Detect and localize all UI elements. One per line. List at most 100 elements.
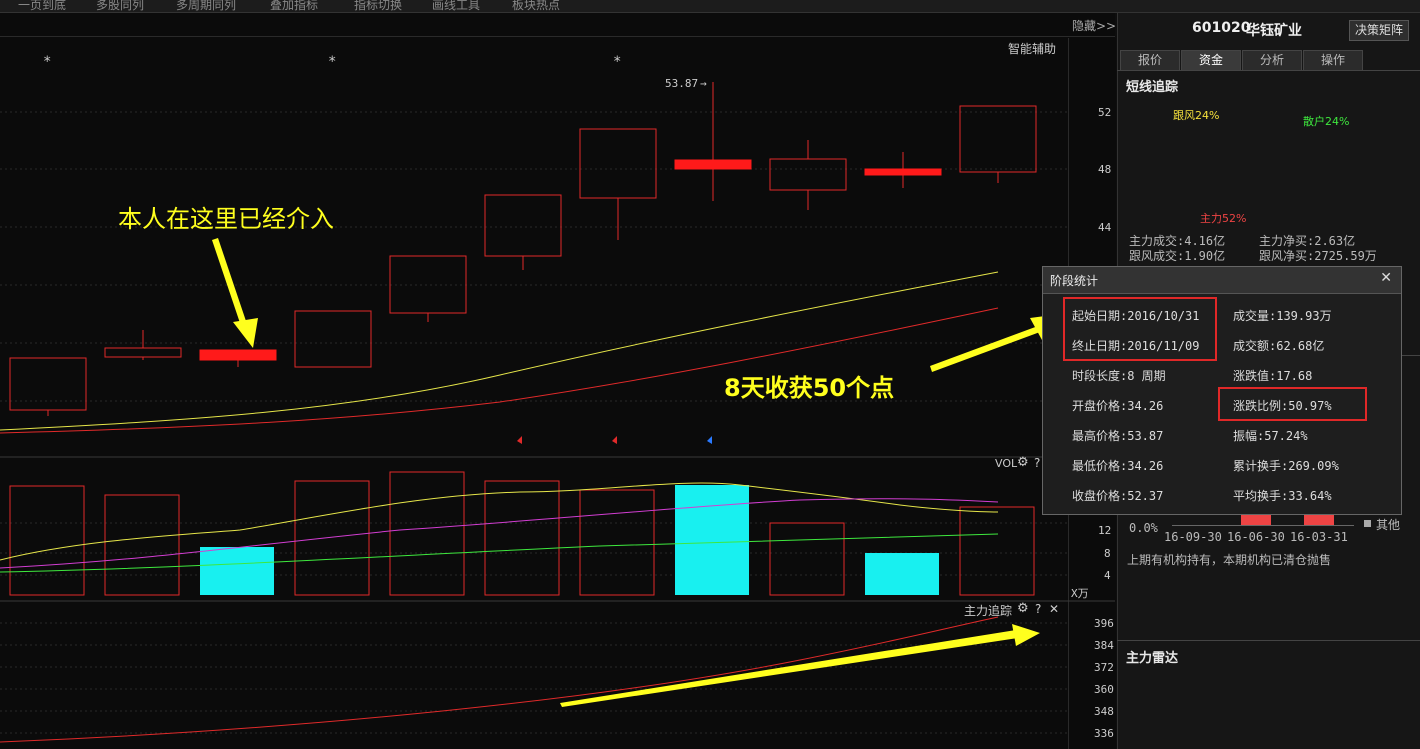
stat-amplitude: 振幅:57.24% [1233,429,1308,443]
volume-bar [294,480,370,596]
dialog-close-button[interactable]: ✕ [1380,270,1392,286]
indicator-tick: 336 [1094,727,1114,740]
indicator-tick: 384 [1094,639,1114,652]
stock-name: 华钰矿业 [1246,23,1302,39]
decision-matrix-button[interactable]: 决策矩阵 [1349,20,1409,41]
volume-tick: 12 [1098,524,1111,537]
gear-icon[interactable]: ⚙ [1017,455,1029,470]
tab-quote[interactable]: 报价 [1120,50,1180,71]
volume-tick: 8 [1104,547,1111,560]
holdings-date: 16-09-30 [1164,530,1222,544]
candle [9,357,87,416]
candle [674,82,752,201]
donut-label-follow: 跟风24% [1173,109,1220,122]
highlight-box-change-pct [1218,387,1367,421]
annotation-arrow-trend [560,624,1040,707]
annotation-entry-text: 本人在这里已经介入 [118,205,334,233]
volume-label: VOL [995,457,1018,470]
stage-stats-dialog: 阶段统计 ✕ 起始日期:2016/10/31 终止日期:2016/11/09 时… [1042,266,1402,515]
help-icon[interactable]: ? [1035,602,1041,616]
holdings-note: 上期有机构持有，本期机构已清仓抛售 [1127,553,1332,567]
candle [864,152,942,188]
divider [1117,640,1420,641]
candles [9,82,1037,416]
tab-capital[interactable]: 资金 [1181,50,1241,71]
stat-follow-turnover: 跟风成交:1.90亿 [1129,249,1226,263]
stat-low-price: 最低价格:34.26 [1072,459,1164,473]
legend-other: 其他 [1376,518,1401,532]
volume-tick: 4 [1104,569,1111,582]
holdings-axis [1172,525,1354,526]
stat-open-price: 开盘价格:34.26 [1072,399,1164,413]
holdings-date: 16-03-31 [1290,530,1348,544]
donut-label-main: 主力52% [1200,212,1247,225]
candle [294,310,372,368]
ma-line-yellow [0,271,999,431]
stat-cum-turnover: 累计换手:269.09% [1233,459,1339,473]
annotation-gain-text: 8天收获50个点 [724,374,895,402]
price-tick: 44 [1098,221,1112,234]
candle [484,194,562,270]
vol-ma-magenta [0,498,999,569]
holdings-date: 16-06-30 [1227,530,1285,544]
candle [959,105,1037,183]
indicator-tick: 348 [1094,705,1114,718]
main-track-line [0,616,999,743]
holdings-pct: 0.0% [1129,521,1158,535]
candle [579,128,657,240]
candle [769,140,847,210]
volume-bar [959,506,1035,596]
annotation-arrow-entry [212,238,258,348]
candle [389,255,467,322]
stat-volume: 成交量:139.93万 [1233,309,1332,323]
close-icon[interactable]: ✕ [1049,602,1059,616]
volume-bar [200,547,274,595]
dialog-title: 阶段统计 [1050,274,1099,288]
short-track-title: 短线追踪 [1126,80,1179,95]
stat-follow-net: 跟风净买:2725.59万 [1259,249,1377,263]
stat-change-value: 涨跌值:17.68 [1233,369,1313,383]
highlight-box-dates [1063,297,1217,361]
stat-close-price: 收盘价格:52.37 [1072,489,1164,503]
volume-bar [9,485,85,596]
candle [199,349,277,367]
volume-unit: X万 [1071,587,1089,600]
indicator-tick: 360 [1094,683,1114,696]
peak-price-label: 53.87 [665,77,698,90]
indicator-label[interactable]: 主力追踪 [964,602,1012,619]
stat-avg-turnover: 平均换手:33.64% [1233,489,1332,503]
volume-bar [484,480,560,596]
price-tick: 48 [1098,163,1111,176]
indicator-tick: 396 [1094,617,1114,630]
volume-bar [389,471,465,596]
vol-ma-green [0,533,999,573]
tab-analysis[interactable]: 分析 [1242,50,1302,71]
candle [104,330,182,360]
volume-bar [579,489,655,596]
signal-marker [612,436,617,444]
stock-code: 601020 [1192,20,1251,36]
volume-bar [865,553,939,595]
tab-operation[interactable]: 操作 [1303,50,1363,71]
volume-bar [769,522,845,596]
stat-high-price: 最高价格:53.87 [1072,429,1164,443]
radar-title: 主力雷达 [1126,651,1179,666]
divider [1117,70,1420,71]
volume-bar [104,494,180,596]
dialog-header: 阶段统计 ✕ [1043,267,1401,294]
price-tick: 52 [1098,106,1111,119]
legend-swatch [1364,520,1371,527]
donut-label-retail: 散户24% [1303,115,1350,128]
marker-asterisk: * [43,54,51,70]
volume-bars [9,471,1035,596]
signal-marker [707,436,712,444]
indicator-tick: 372 [1094,661,1114,674]
peak-arrow-glyph: → [700,77,707,90]
help-icon[interactable]: ? [1034,456,1040,470]
stat-amount: 成交额:62.68亿 [1233,339,1325,353]
gear-icon[interactable]: ⚙ [1017,601,1029,616]
marker-asterisk: * [613,54,621,70]
volume-bar [675,485,749,595]
stat-period-length: 时段长度:8 周期 [1072,369,1166,383]
signal-marker [517,436,522,444]
